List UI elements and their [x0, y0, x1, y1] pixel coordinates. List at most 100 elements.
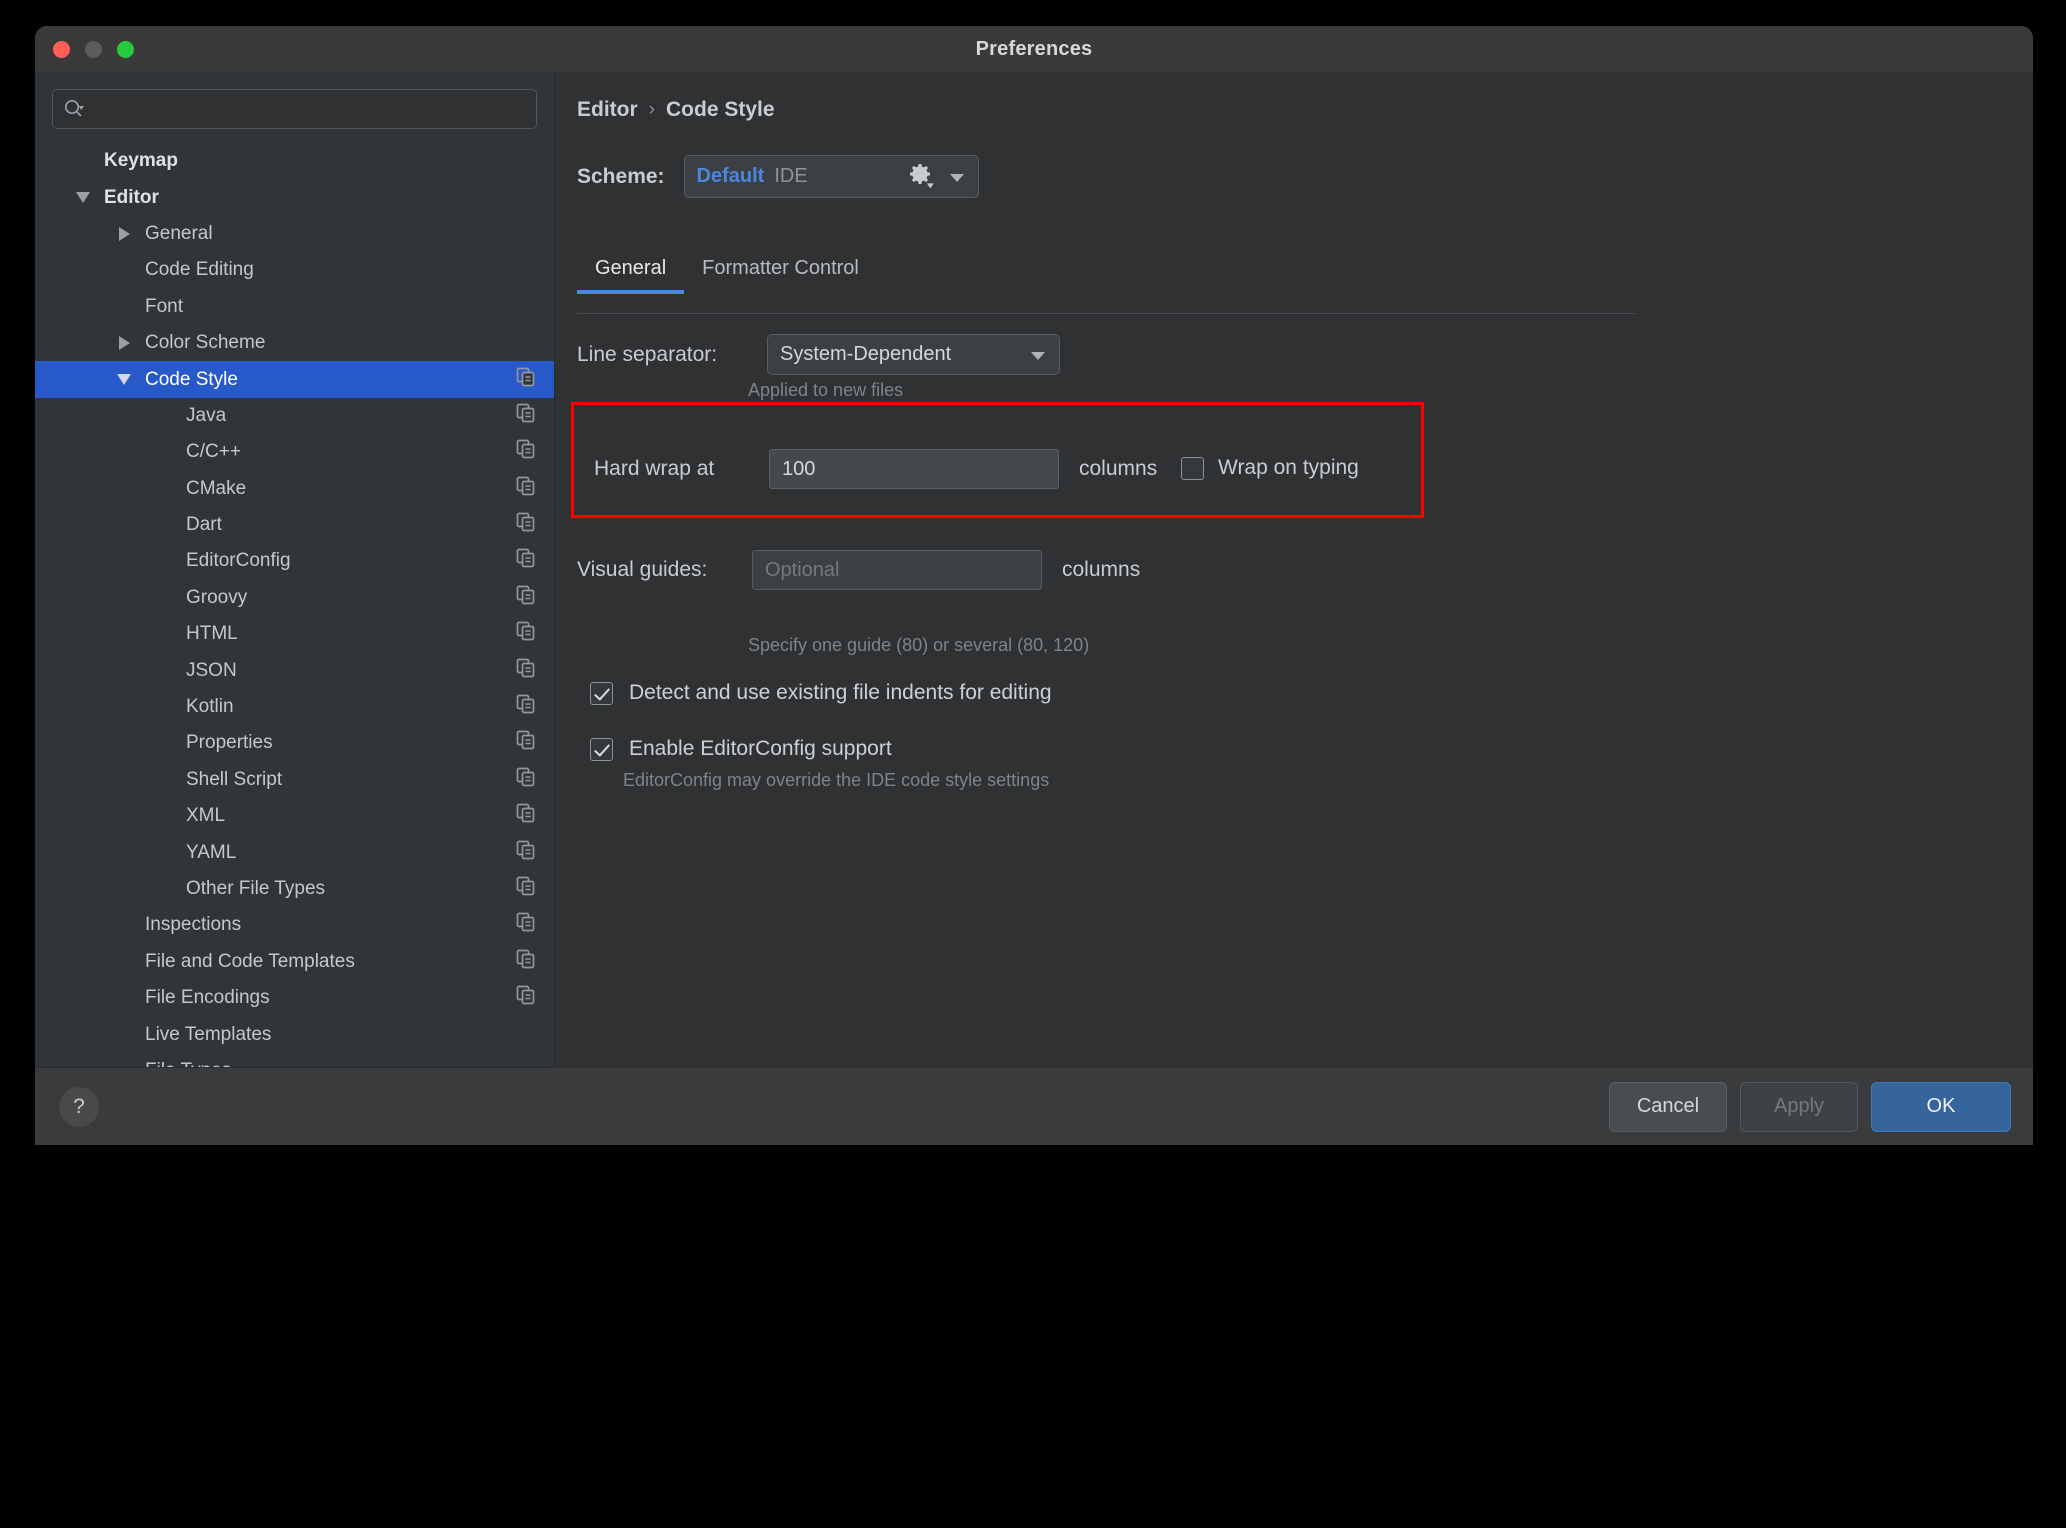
- sidebar-item-color-scheme[interactable]: Color Scheme: [35, 325, 554, 361]
- sidebar-item-shell-script[interactable]: Shell Script: [35, 762, 554, 798]
- search-field[interactable]: [52, 89, 537, 129]
- sidebar-item-label: C/C++: [186, 441, 241, 463]
- tree-twisty-spacer: [114, 1017, 134, 1053]
- tab-general[interactable]: General: [577, 257, 685, 294]
- line-separator-dropdown[interactable]: System-Dependent: [767, 334, 1060, 375]
- window-title: Preferences: [975, 38, 1093, 60]
- line-separator-label: Line separator:: [577, 342, 718, 366]
- tree-twisty-spacer: [73, 143, 93, 179]
- copy-scheme-icon[interactable]: [515, 911, 537, 939]
- sidebar-item-c-c[interactable]: C/C++: [35, 434, 554, 470]
- sidebar-item-label: XML: [186, 805, 226, 827]
- sidebar-item-properties[interactable]: Properties: [35, 725, 554, 761]
- scheme-settings-button[interactable]: [900, 156, 940, 196]
- sidebar-item-groovy[interactable]: Groovy: [35, 580, 554, 616]
- sidebar-item-label: Font: [145, 295, 184, 317]
- detect-indents-checkbox[interactable]: [590, 681, 613, 705]
- apply-button[interactable]: Apply: [1740, 1081, 1858, 1132]
- sidebar-item-label: CMake: [186, 477, 247, 499]
- copy-scheme-icon[interactable]: [515, 438, 537, 466]
- sidebar-item-kotlin[interactable]: Kotlin: [35, 689, 554, 725]
- sidebar-item-font[interactable]: Font: [35, 289, 554, 325]
- copy-scheme-icon[interactable]: [515, 657, 537, 685]
- copy-scheme-icon[interactable]: [515, 948, 537, 976]
- sidebar-item-other-file-types[interactable]: Other File Types: [35, 871, 554, 907]
- help-button[interactable]: ?: [59, 1086, 99, 1127]
- hard-wrap-unit-label: columns: [1079, 457, 1158, 480]
- copy-scheme-icon[interactable]: [515, 620, 537, 648]
- sidebar-item-general[interactable]: General: [35, 216, 554, 252]
- copy-scheme-icon[interactable]: [515, 875, 537, 903]
- wrap-on-typing-checkbox[interactable]: [1181, 456, 1204, 480]
- sidebar-item-dart[interactable]: Dart: [35, 507, 554, 543]
- line-separator-value: System-Dependent: [780, 343, 952, 365]
- enable-editorconfig-checkbox[interactable]: [590, 737, 613, 761]
- copy-scheme-icon[interactable]: [515, 547, 537, 575]
- sidebar-item-code-editing[interactable]: Code Editing: [35, 252, 554, 288]
- sidebar-item-editorconfig[interactable]: EditorConfig: [35, 543, 554, 579]
- copy-scheme-icon[interactable]: [515, 475, 537, 503]
- copy-scheme-icon[interactable]: [515, 729, 537, 757]
- visual-guides-row: Visual guides: Optional columns: [577, 550, 1140, 590]
- sidebar-item-file-and-code-templates[interactable]: File and Code Templates: [35, 944, 554, 980]
- enable-editorconfig-label: Enable EditorConfig support: [629, 737, 892, 760]
- copy-scheme-icon[interactable]: [515, 584, 537, 612]
- sidebar-item-html[interactable]: HTML: [35, 616, 554, 652]
- cancel-button[interactable]: Cancel: [1609, 1081, 1727, 1132]
- tree-twisty-expanded-icon[interactable]: [114, 362, 134, 398]
- tree-twisty-collapsed-icon[interactable]: [114, 216, 134, 252]
- copy-scheme-icon[interactable]: [515, 693, 537, 721]
- breadcrumb-separator-icon: ›: [648, 99, 655, 120]
- sidebar-item-label: HTML: [186, 623, 238, 645]
- hard-wrap-highlight-box: Hard wrap at 100 columns Wrap on typing: [571, 402, 1424, 518]
- sidebar-item-xml[interactable]: XML: [35, 798, 554, 834]
- sidebar-item-cmake[interactable]: CMake: [35, 471, 554, 507]
- tab-label: Formatter Control: [702, 257, 859, 279]
- ok-button[interactable]: OK: [1871, 1081, 2011, 1132]
- sidebar-item-live-templates[interactable]: Live Templates: [35, 1016, 554, 1052]
- sidebar-item-yaml[interactable]: YAML: [35, 834, 554, 870]
- sidebar-item-editor[interactable]: Editor: [35, 179, 554, 215]
- copy-scheme-icon[interactable]: [515, 511, 537, 539]
- line-separator-row: Line separator: System-Dependent: [577, 334, 1060, 375]
- scheme-selected-name: Default: [696, 165, 765, 187]
- visual-guides-input[interactable]: Optional: [752, 550, 1042, 590]
- sidebar-item-label: Code Style: [145, 368, 238, 390]
- sidebar-item-label: Java: [186, 404, 227, 426]
- sidebar-item-label: JSON: [186, 659, 237, 681]
- wrap-on-typing-row[interactable]: Wrap on typing: [1181, 456, 1359, 480]
- sidebar-item-java[interactable]: Java: [35, 398, 554, 434]
- sidebar-item-file-types[interactable]: File Types: [35, 1053, 554, 1067]
- tree-twisty-spacer: [155, 398, 175, 434]
- sidebar-item-label: File and Code Templates: [145, 950, 355, 972]
- tab-formatter-control[interactable]: Formatter Control: [684, 257, 877, 294]
- tree-twisty-expanded-icon[interactable]: [73, 180, 93, 216]
- chevron-down-icon: [949, 173, 964, 182]
- sidebar-item-json[interactable]: JSON: [35, 652, 554, 688]
- copy-scheme-icon[interactable]: [515, 402, 537, 430]
- sidebar-item-code-style[interactable]: Code Style: [35, 361, 554, 398]
- dialog-footer: ? Cancel Apply OK: [35, 1067, 2033, 1145]
- tree-twisty-spacer: [155, 580, 175, 616]
- copy-scheme-icon[interactable]: [515, 766, 537, 794]
- tree-twisty-spacer: [155, 471, 175, 507]
- copy-scheme-icon[interactable]: [515, 366, 537, 394]
- sidebar-item-inspections[interactable]: Inspections: [35, 907, 554, 943]
- tree-twisty-collapsed-icon[interactable]: [114, 325, 134, 361]
- sidebar-item-label: Inspections: [145, 914, 242, 936]
- copy-scheme-icon[interactable]: [515, 839, 537, 867]
- settings-tabs: General Formatter Control: [577, 257, 877, 294]
- copy-scheme-icon[interactable]: [515, 802, 537, 830]
- breadcrumb-root[interactable]: Editor: [577, 98, 638, 122]
- sidebar-item-label: EditorConfig: [186, 550, 291, 572]
- sidebar-item-keymap[interactable]: Keymap: [35, 143, 554, 179]
- enable-editorconfig-option[interactable]: Enable EditorConfig support: [590, 737, 892, 761]
- detect-indents-option[interactable]: Detect and use existing file indents for…: [590, 681, 1052, 705]
- search-input[interactable]: [85, 99, 526, 119]
- sidebar-item-label: General: [145, 222, 213, 244]
- copy-scheme-icon[interactable]: [515, 984, 537, 1012]
- window-body: Keymap Editor General Code Editing Font Color…: [35, 72, 2033, 1067]
- tree-twisty-spacer: [114, 944, 134, 980]
- hard-wrap-input[interactable]: 100: [769, 449, 1059, 489]
- sidebar-item-file-encodings[interactable]: File Encodings: [35, 980, 554, 1016]
